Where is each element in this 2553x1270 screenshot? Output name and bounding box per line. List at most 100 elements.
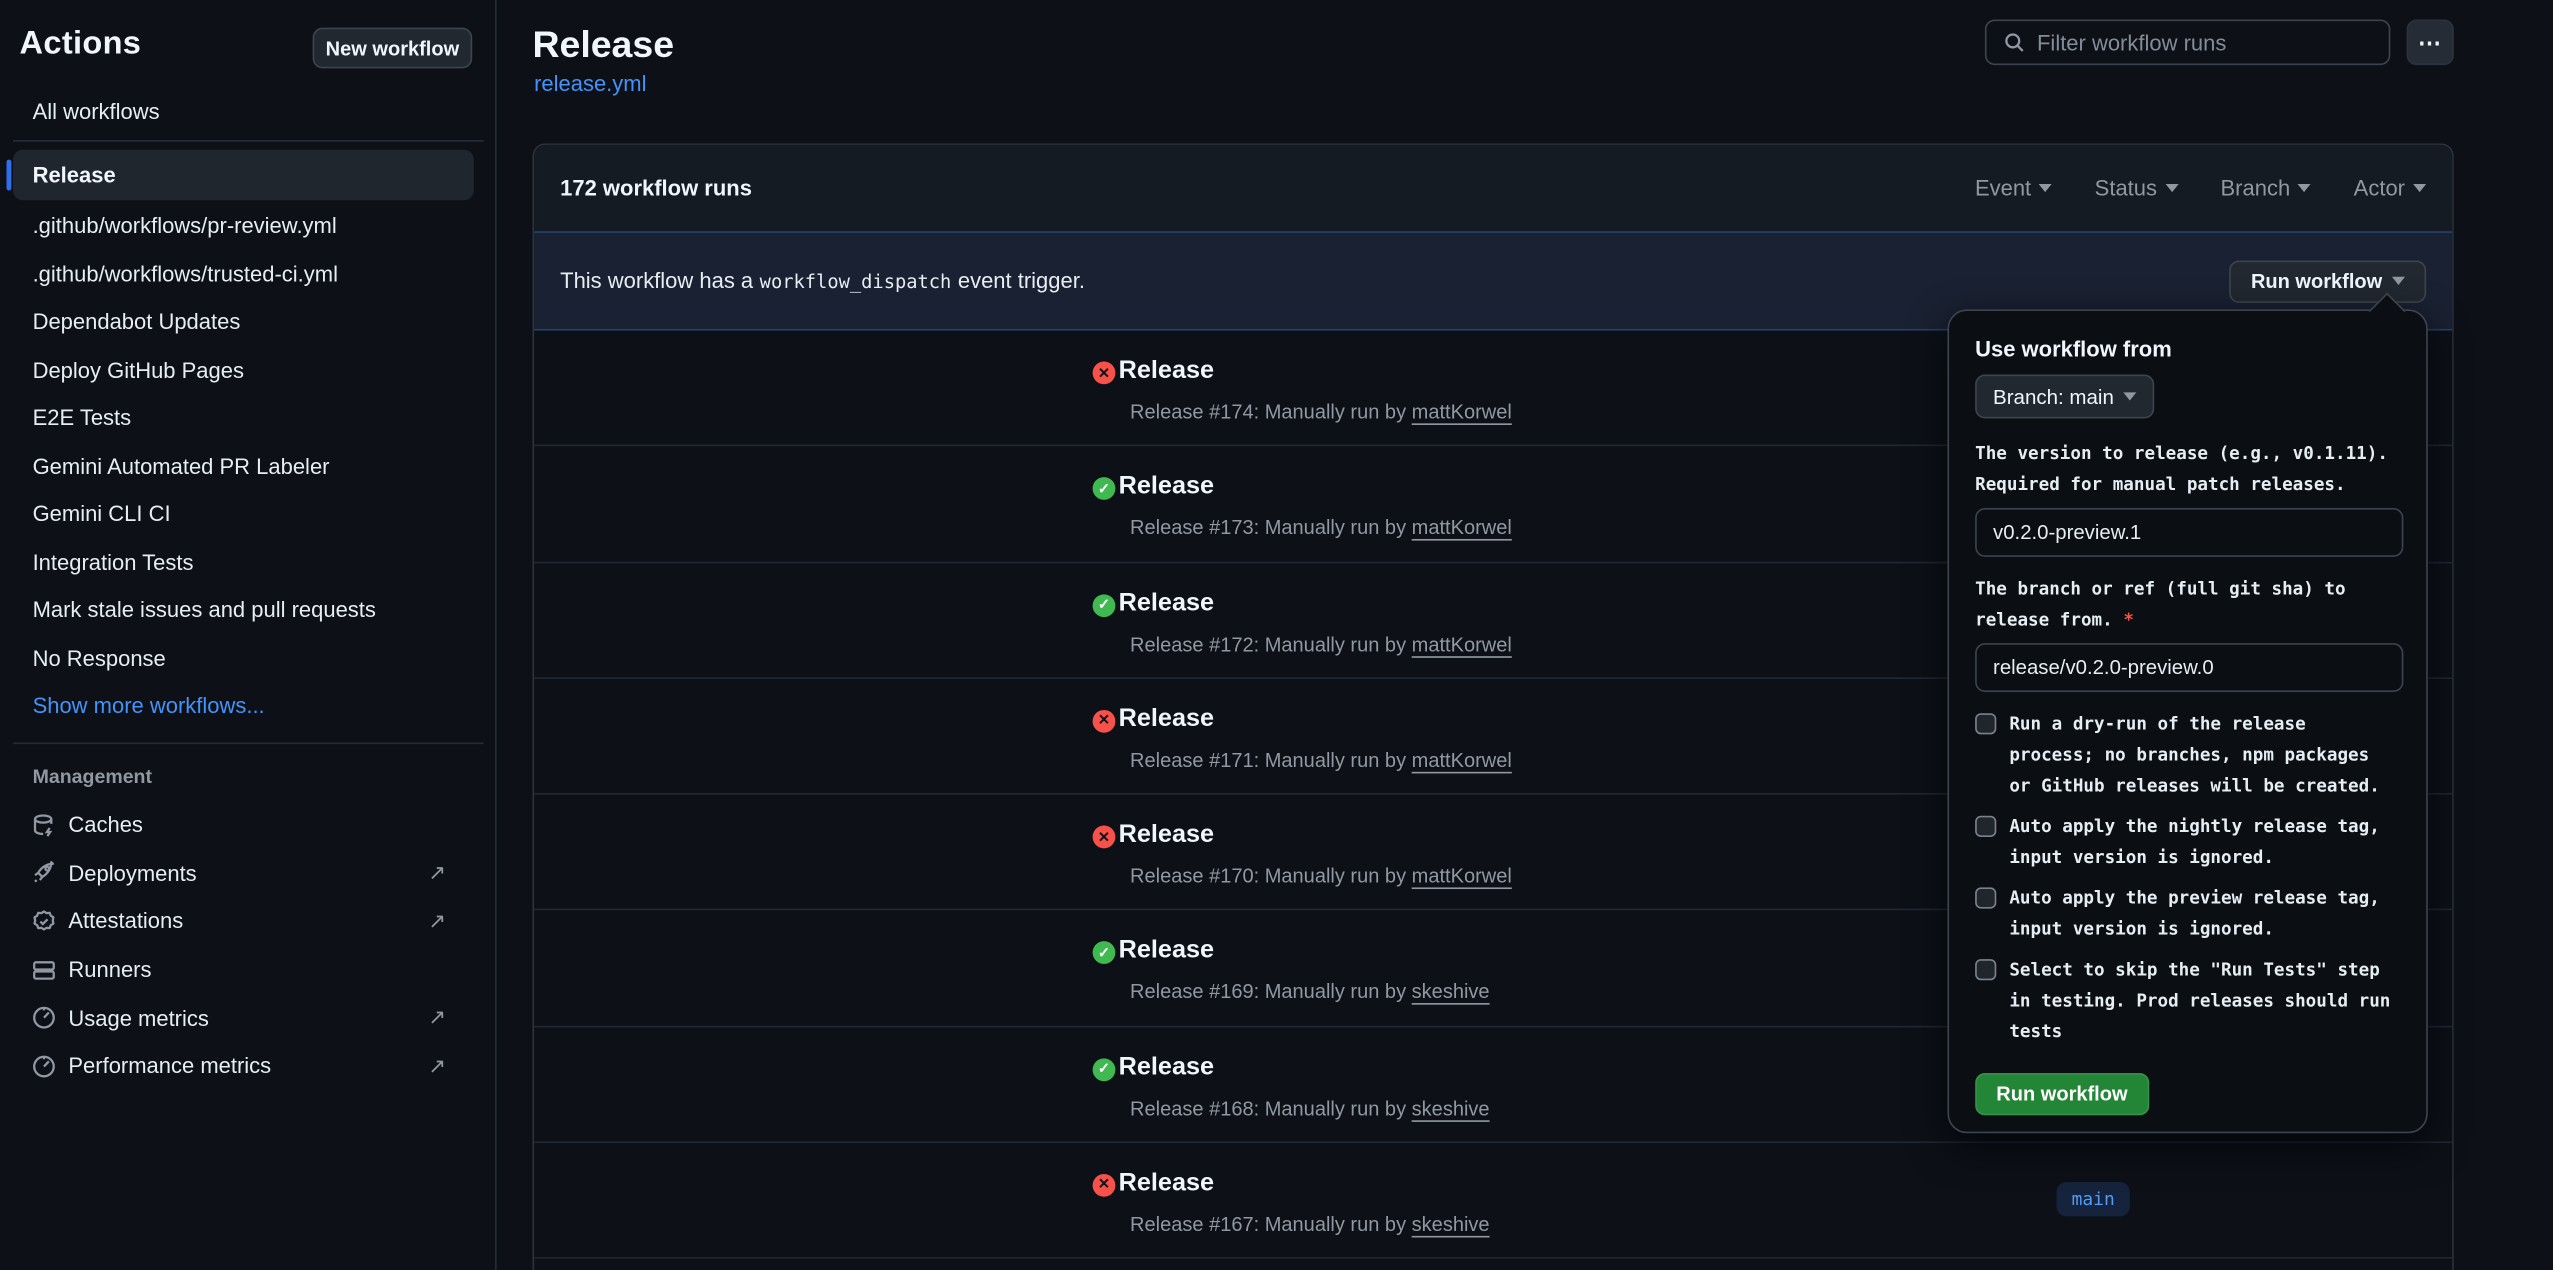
- server-icon: [31, 957, 57, 983]
- filter-actor-dropdown[interactable]: Actor: [2354, 176, 2426, 200]
- sidebar-item-release-selected[interactable]: Release: [13, 150, 474, 200]
- search-input[interactable]: [2037, 30, 2372, 54]
- filter-workflow-runs-field[interactable]: [1985, 20, 2390, 66]
- run-title-link[interactable]: Release: [1119, 357, 1214, 386]
- run-description: Release #168: Manually run by skeshive: [1130, 1097, 1490, 1120]
- checkbox-label[interactable]: Run a dry-run of the release process; no…: [2009, 708, 2393, 801]
- version-input[interactable]: [1975, 508, 2403, 557]
- actor-link[interactable]: mattKorwel: [1412, 865, 1512, 888]
- search-icon: [2003, 31, 2026, 54]
- sidebar-item-workflow[interactable]: Dependabot Updates: [0, 298, 485, 346]
- preview-tag-checkbox-group: Auto apply the preview release tag, inpu…: [1975, 883, 2400, 945]
- sidebar-item-workflow[interactable]: Gemini CLI CI: [0, 490, 485, 538]
- chevron-down-icon: [2413, 184, 2426, 192]
- gauge-icon: [31, 1005, 57, 1031]
- preview-tag-checkbox[interactable]: [1975, 887, 1996, 908]
- run-workflow-submit-button[interactable]: Run workflow: [1975, 1073, 2149, 1115]
- actor-link[interactable]: mattKorwel: [1412, 749, 1512, 772]
- sidebar-item-runners[interactable]: Runners: [0, 946, 485, 994]
- external-link-icon: ↗: [428, 909, 446, 935]
- workflow-options-kebab-button[interactable]: ⋯: [2407, 20, 2454, 66]
- run-title-link[interactable]: Release: [1119, 473, 1214, 502]
- run-workflow-popover: Use workflow from Branch: main The versi…: [1947, 309, 2427, 1133]
- required-asterisk: *: [2123, 609, 2134, 630]
- sidebar-item-label: Performance metrics: [68, 1054, 271, 1078]
- external-link-icon: ↗: [428, 1005, 446, 1031]
- skip-tests-checkbox[interactable]: [1975, 959, 1996, 980]
- status-success-icon: [1093, 594, 1116, 617]
- sidebar-item-workflow[interactable]: Integration Tests: [0, 538, 485, 586]
- show-more-workflows-link[interactable]: Show more workflows...: [0, 682, 485, 730]
- actor-link[interactable]: mattKorwel: [1412, 401, 1512, 424]
- popover-title: Use workflow from: [1975, 337, 2400, 361]
- chevron-down-icon: [2124, 392, 2137, 400]
- status-success-icon: [1093, 942, 1116, 965]
- sidebar-item-workflow[interactable]: .github/workflows/pr-review.yml: [0, 202, 485, 250]
- run-title-link[interactable]: Release: [1119, 1053, 1214, 1082]
- sidebar-item-usage-metrics[interactable]: Usage metrics ↗: [0, 994, 485, 1042]
- status-success-icon: [1093, 1058, 1116, 1081]
- actor-link[interactable]: mattKorwel: [1412, 517, 1512, 540]
- sidebar-item-workflow[interactable]: No Response: [0, 634, 485, 682]
- version-input-label: The version to release (e.g., v0.1.11). …: [1975, 438, 2408, 500]
- sidebar-item-workflow[interactable]: Deploy GitHub Pages: [0, 346, 485, 394]
- ref-input[interactable]: [1975, 643, 2403, 692]
- sidebar-item-label: Runners: [68, 958, 151, 982]
- actions-sidebar: Actions New workflow All workflows Relea…: [0, 0, 497, 1270]
- checkbox-label[interactable]: Auto apply the preview release tag, inpu…: [2009, 883, 2393, 945]
- run-title-link[interactable]: Release: [1119, 937, 1214, 966]
- filter-status-dropdown[interactable]: Status: [2095, 176, 2179, 200]
- nightly-tag-checkbox[interactable]: [1975, 816, 1996, 837]
- runs-panel-header: 172 workflow runs Event Status Branch Ac…: [534, 145, 2452, 231]
- sidebar-item-all-workflows[interactable]: All workflows: [13, 86, 474, 135]
- banner-text: This workflow has aworkflow_dispatcheven…: [560, 269, 1085, 293]
- sidebar-item-workflow[interactable]: Gemini Automated PR Labeler: [0, 442, 485, 490]
- run-workflow-dropdown-button[interactable]: Run workflow: [2230, 260, 2426, 302]
- sidebar-item-deployments[interactable]: Deployments ↗: [0, 849, 485, 897]
- actor-link[interactable]: skeshive: [1412, 1097, 1490, 1120]
- status-failure-icon: [1093, 361, 1116, 384]
- run-title-link[interactable]: Release: [1119, 705, 1214, 734]
- sidebar-item-performance-metrics[interactable]: Performance metrics ↗: [0, 1042, 485, 1090]
- skip-tests-checkbox-group: Select to skip the "Run Tests" step in t…: [1975, 954, 2400, 1047]
- new-workflow-button[interactable]: New workflow: [313, 28, 473, 69]
- run-title-link[interactable]: Release: [1119, 821, 1214, 850]
- external-link-icon: ↗: [428, 1053, 446, 1079]
- run-description: Release #172: Manually run by mattKorwel: [1130, 633, 1512, 656]
- filter-event-dropdown[interactable]: Event: [1975, 176, 2052, 200]
- external-link-icon: ↗: [428, 860, 446, 886]
- ref-input-label: The branch or ref (full git sha) to rele…: [1975, 573, 2408, 635]
- actor-link[interactable]: skeshive: [1412, 1213, 1490, 1236]
- run-description: Release #174: Manually run by mattKorwel: [1130, 401, 1512, 424]
- checkbox-label[interactable]: Select to skip the "Run Tests" step in t…: [2009, 954, 2393, 1047]
- workflow-file-link[interactable]: release.yml: [534, 72, 646, 96]
- run-description: Release #170: Manually run by mattKorwel: [1130, 865, 1512, 888]
- run-description: Release #169: Manually run by skeshive: [1130, 981, 1490, 1004]
- sidebar-item-workflow[interactable]: E2E Tests: [0, 394, 485, 442]
- sidebar-item-attestations[interactable]: Attestations ↗: [0, 897, 485, 945]
- filter-branch-dropdown[interactable]: Branch: [2221, 176, 2312, 200]
- branch-selector-button[interactable]: Branch: main: [1975, 375, 2154, 419]
- run-description: Release #173: Manually run by mattKorwel: [1130, 517, 1512, 540]
- actor-link[interactable]: mattKorwel: [1412, 633, 1512, 656]
- branch-badge[interactable]: main: [2057, 1183, 2129, 1217]
- dry-run-checkbox[interactable]: [1975, 713, 1996, 734]
- run-title-link[interactable]: Release: [1119, 1169, 1214, 1198]
- checkbox-label[interactable]: Auto apply the nightly release tag, inpu…: [2009, 811, 2393, 873]
- sidebar-item-workflow[interactable]: Mark stale issues and pull requests: [0, 586, 485, 634]
- run-filters: Event Status Branch Actor: [1975, 176, 2426, 200]
- sidebar-item-workflow[interactable]: .github/workflows/trusted-ci.yml: [0, 250, 485, 298]
- management-list: Caches Deployments ↗ Attestations ↗: [0, 801, 485, 1090]
- run-title-link[interactable]: Release: [1119, 589, 1214, 618]
- sidebar-item-caches[interactable]: Caches: [0, 801, 485, 849]
- sidebar-item-label: Usage metrics: [68, 1006, 208, 1030]
- actor-link[interactable]: skeshive: [1412, 981, 1490, 1004]
- run-description: Release #167: Manually run by skeshive: [1130, 1213, 1490, 1236]
- chevron-down-icon: [2392, 277, 2405, 285]
- status-failure-icon: [1093, 826, 1116, 849]
- run-description: Release #171: Manually run by mattKorwel: [1130, 749, 1512, 772]
- selected-indicator-bar: [7, 160, 12, 191]
- cache-icon: [31, 812, 57, 838]
- rocket-icon: [31, 860, 57, 886]
- workflow-run-row[interactable]: Release Release #167: Manually run by sk…: [534, 1143, 2452, 1259]
